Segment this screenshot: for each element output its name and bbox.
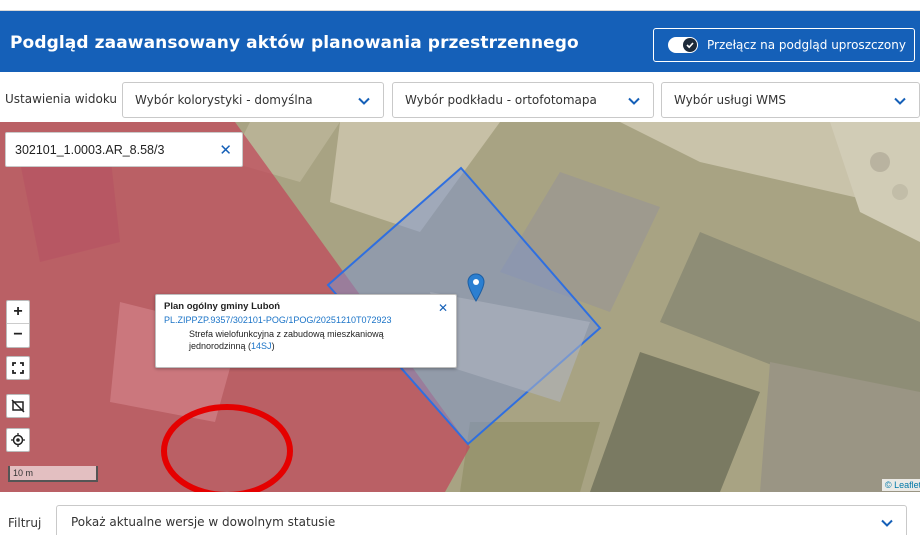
zoom-control: + − <box>6 300 30 348</box>
header-bar: Podgląd zaawansowany aktów planowania pr… <box>0 10 920 72</box>
hide-layer-button[interactable] <box>6 394 30 418</box>
coloring-select-value: Wybór kolorystyki - domyślna <box>135 93 313 107</box>
locate-button[interactable] <box>6 428 30 452</box>
close-icon[interactable]: ✕ <box>438 301 448 315</box>
wms-select-value: Wybór usługi WMS <box>674 93 786 107</box>
zoom-in-button[interactable]: + <box>7 301 29 324</box>
page-title: Podgląd zaawansowany aktów planowania pr… <box>10 33 579 53</box>
map-attribution[interactable]: © Leaflet <box>882 479 920 491</box>
fullscreen-button[interactable] <box>6 356 30 380</box>
simple-view-toggle-button[interactable]: Przełącz na podgląd uproszczony <box>653 28 915 62</box>
selected-parcel-chip[interactable]: 302101_1.0003.AR_8.58/3 ✕ <box>5 132 243 167</box>
toggle-label: Przełącz na podgląd uproszczony <box>707 38 906 52</box>
basemap-select-value: Wybór podkładu - ortofotomapa <box>405 93 597 107</box>
popup-title: Plan ogólny gminy Luboń <box>164 301 281 312</box>
hide-layer-icon <box>11 399 25 413</box>
location-marker-icon[interactable] <box>467 273 485 303</box>
filter-row: Filtruj Pokaż aktualne wersje w dowolnym… <box>0 502 920 535</box>
wms-select[interactable]: Wybór usługi WMS <box>661 82 920 118</box>
plan-identifier-link[interactable]: PL.ZIPPZP.9357/302101-POG/1POG/20251210T… <box>164 315 448 325</box>
orthophoto-background <box>0 122 920 492</box>
close-icon[interactable]: ✕ <box>219 141 232 159</box>
selected-parcel-id: 302101_1.0003.AR_8.58/3 <box>15 142 165 157</box>
fullscreen-icon <box>12 362 24 374</box>
status-filter-select[interactable]: Pokaż aktualne wersje w dowolnym statusi… <box>56 505 907 535</box>
status-filter-value: Pokaż aktualne wersje w dowolnym statusi… <box>71 515 336 529</box>
plan-info-popup: Plan ogólny gminy Luboń PL.ZIPPZP.9357/3… <box>155 294 457 368</box>
zone-description: Strefa wielofunkcyjna z zabudową mieszka… <box>164 328 414 352</box>
zoom-out-button[interactable]: − <box>7 324 29 347</box>
chevron-down-icon <box>881 519 893 527</box>
view-settings-label: Ustawienia widoku <box>5 92 118 106</box>
chevron-down-icon <box>628 97 640 105</box>
map-scale: 10 m <box>8 466 98 482</box>
crosshair-icon <box>11 433 25 447</box>
basemap-select[interactable]: Wybór podkładu - ortofotomapa <box>392 82 654 118</box>
chevron-down-icon <box>894 97 906 105</box>
toggle-switch-icon <box>668 37 698 53</box>
zone-code-link[interactable]: 14SJ <box>251 341 272 351</box>
view-settings-row: Ustawienia widoku Wybór kolorystyki - do… <box>0 80 920 120</box>
chevron-down-icon <box>358 97 370 105</box>
check-icon <box>683 38 697 52</box>
filter-label: Filtruj <box>8 516 42 530</box>
coloring-select[interactable]: Wybór kolorystyki - domyślna <box>122 82 384 118</box>
zone-description-text: Strefa wielofunkcyjna z zabudową mieszka… <box>189 329 384 351</box>
map-view[interactable]: 302101_1.0003.AR_8.58/3 ✕ + − 10 m © Lea… <box>0 122 920 492</box>
zone-description-end: ) <box>271 341 275 351</box>
